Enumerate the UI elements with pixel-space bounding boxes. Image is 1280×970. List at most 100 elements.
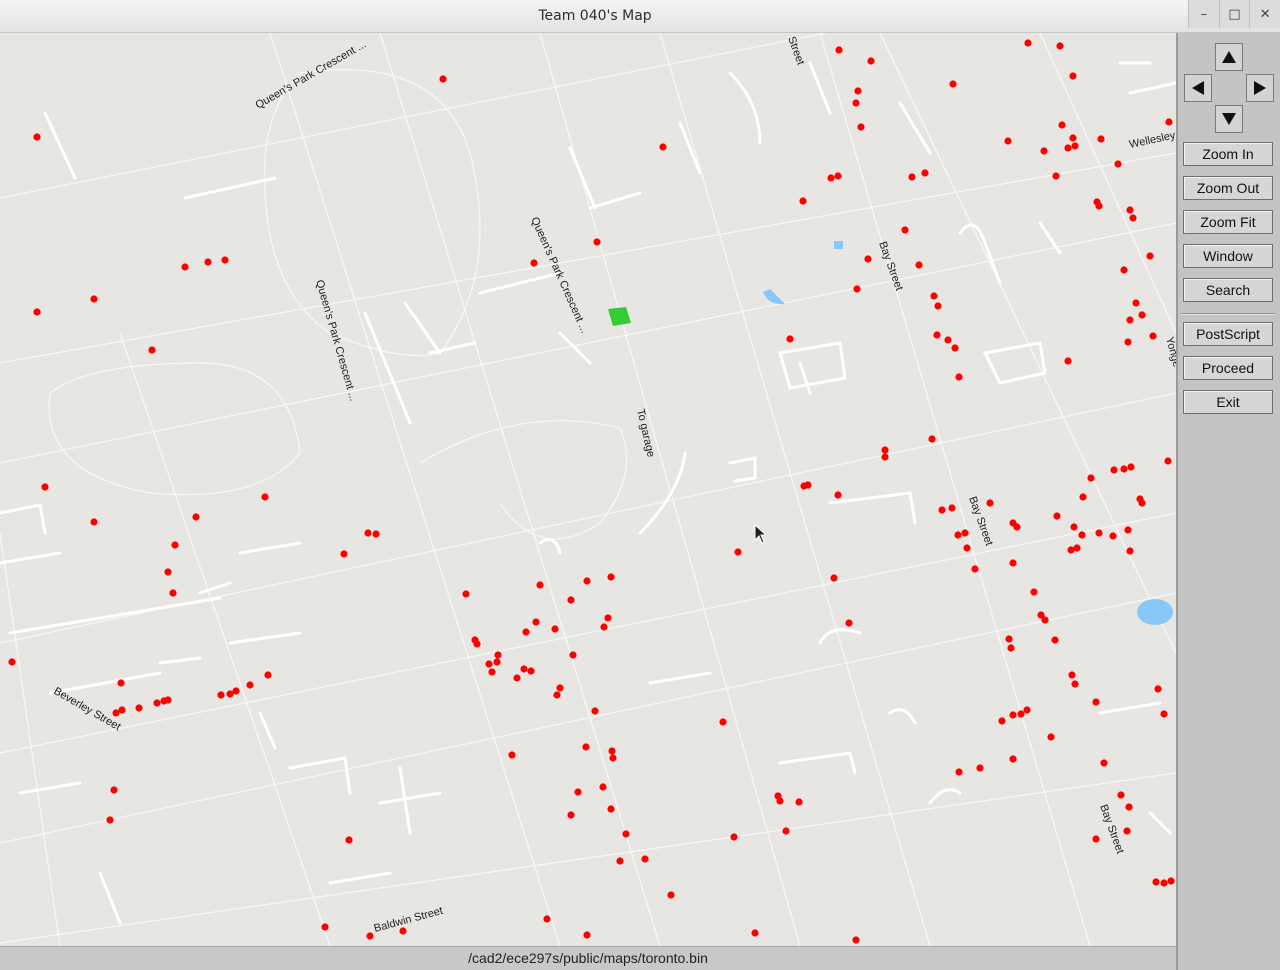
map-canvas[interactable]: Queen's Park Crescent ... Queen's Park C…: [0, 33, 1176, 946]
poi-marker: [366, 932, 374, 940]
poi-marker: [520, 665, 528, 673]
poi-marker: [508, 751, 516, 759]
walkway-path: [1128, 81, 1176, 95]
poi-marker: [834, 491, 842, 499]
walkway-path: [568, 146, 597, 210]
walkway-path: [328, 871, 392, 885]
title-bar[interactable]: Team 040's Map – □ ✕: [0, 0, 1280, 33]
poi-marker: [930, 292, 938, 300]
poi-marker: [864, 255, 872, 263]
poi-marker: [1005, 635, 1013, 643]
search-button[interactable]: Search: [1183, 278, 1273, 302]
pan-down-button[interactable]: [1215, 105, 1243, 133]
poi-marker: [928, 435, 936, 443]
poi-marker: [1040, 147, 1048, 155]
postscript-button[interactable]: PostScript: [1183, 322, 1273, 346]
exit-button[interactable]: Exit: [1183, 390, 1273, 414]
poi-marker: [1160, 879, 1168, 887]
pan-up-button[interactable]: [1215, 43, 1243, 71]
walkway-path: [728, 456, 757, 483]
poi-marker: [1154, 685, 1162, 693]
walkway-path: [648, 671, 712, 685]
minimize-icon[interactable]: –: [1188, 0, 1219, 28]
poi-marker: [607, 805, 615, 813]
poi-marker: [522, 628, 530, 636]
close-icon[interactable]: ✕: [1249, 0, 1280, 28]
poi-marker: [567, 811, 575, 819]
major-roads: [0, 61, 1176, 925]
poi-marker: [1067, 546, 1075, 554]
street-label-baldwin: Baldwin Street: [373, 905, 445, 935]
poi-marker: [901, 226, 909, 234]
poi-marker: [786, 335, 794, 343]
park-loop-road: [48, 362, 301, 496]
poi-marker: [852, 99, 860, 107]
poi-marker: [835, 46, 843, 54]
poi-marker: [471, 636, 479, 644]
walkway-path: [958, 223, 1002, 285]
poi-marker: [1007, 644, 1015, 652]
poi-marker: [1146, 252, 1154, 260]
poi-marker: [1069, 72, 1077, 80]
walkway-path: [363, 311, 412, 425]
zoom-fit-button[interactable]: Zoom Fit: [1183, 210, 1273, 234]
poi-marker: [261, 493, 269, 501]
poi-marker: [33, 133, 41, 141]
walkway-path: [0, 551, 62, 565]
poi-marker: [1138, 499, 1146, 507]
walkway-path: [378, 791, 442, 805]
street-label-queens-park-3: Queen's Park Crescent ...: [313, 279, 359, 403]
poi-marker: [616, 857, 624, 865]
proceed-button[interactable]: Proceed: [1183, 356, 1273, 380]
poi-marker: [8, 658, 16, 666]
poi-marker: [1051, 636, 1059, 644]
zoom-out-button[interactable]: Zoom Out: [1183, 176, 1273, 200]
poi-marker: [857, 123, 865, 131]
poi-marker: [1129, 214, 1137, 222]
poi-marker: [1017, 710, 1025, 718]
street-line: [659, 33, 931, 946]
poi-marker: [963, 544, 971, 552]
poi-marker: [532, 618, 540, 626]
poi-marker: [954, 531, 962, 539]
poi-layer: [8, 39, 1175, 944]
poi-marker: [830, 574, 838, 582]
poi-marker: [345, 836, 353, 844]
poi-marker: [488, 668, 496, 676]
poi-marker: [1126, 316, 1134, 324]
poi-marker: [1097, 135, 1105, 143]
poi-marker: [372, 530, 380, 538]
poi-marker: [1064, 357, 1072, 365]
window-controls: – □ ✕: [1188, 0, 1280, 33]
walkway-path: [928, 788, 962, 805]
poi-marker: [604, 614, 612, 622]
map-drawing[interactable]: Queen's Park Crescent ... Queen's Park C…: [0, 33, 1176, 946]
window-button[interactable]: Window: [1183, 244, 1273, 268]
street-line: [0, 592, 1176, 844]
poi-marker: [583, 931, 591, 939]
poi-marker: [600, 623, 608, 631]
poi-marker: [1160, 710, 1168, 718]
poi-marker: [949, 80, 957, 88]
green-area: [608, 307, 631, 326]
poi-marker: [804, 481, 812, 489]
walkway-path: [982, 341, 1047, 385]
walkway-path: [778, 751, 857, 775]
poi-marker: [1069, 134, 1077, 142]
zoom-in-button[interactable]: Zoom In: [1183, 142, 1273, 166]
poi-marker: [1109, 532, 1117, 540]
poi-marker: [734, 548, 742, 556]
poi-marker: [543, 915, 551, 923]
poi-marker: [915, 261, 923, 269]
poi-marker: [1070, 523, 1078, 531]
poi-marker: [1058, 121, 1066, 129]
poi-marker: [1068, 671, 1076, 679]
street-label-wellesley: Wellesley: [1128, 129, 1176, 151]
maximize-icon[interactable]: □: [1218, 0, 1250, 28]
poi-marker: [834, 172, 842, 180]
poi-marker: [976, 764, 984, 772]
pan-left-button[interactable]: [1184, 74, 1212, 102]
poi-marker: [971, 565, 979, 573]
poi-marker: [1110, 466, 1118, 474]
pan-right-button[interactable]: [1246, 74, 1274, 102]
